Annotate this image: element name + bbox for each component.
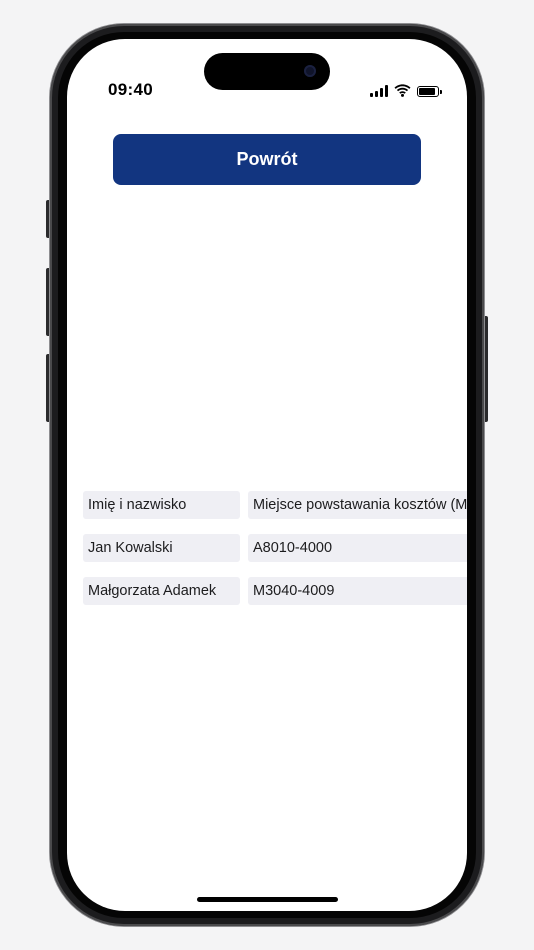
table-row[interactable]: Małgorzata Adamek M3040-4009 [83,577,467,605]
front-camera-icon [304,65,316,77]
row-name-cell: Jan Kowalski [83,534,240,562]
home-indicator[interactable] [197,897,338,902]
phone-frame: 09:40 Powrót Imię i nazwisko Miejsce pow… [50,24,484,926]
header-cost-center-cell: Miejsce powstawania kosztów (MPK) [248,491,467,519]
table-header-row: Imię i nazwisko Miejsce powstawania kosz… [83,491,467,519]
battery-icon [417,86,442,97]
header-name-cell: Imię i nazwisko [83,491,240,519]
row-cost-center-cell: A8010-4000 [248,534,467,562]
back-button[interactable]: Powrót [113,134,421,185]
dynamic-island [204,53,330,90]
status-icons [370,83,442,97]
row-name-cell: Małgorzata Adamek [83,577,240,605]
status-time: 09:40 [108,80,153,99]
page: 09:40 Powrót Imię i nazwisko Miejsce pow… [0,0,534,950]
row-cost-center-cell: M3040-4009 [248,577,467,605]
table-row[interactable]: Jan Kowalski A8010-4000 [83,534,467,562]
wifi-icon [394,84,411,97]
employee-table: Imię i nazwisko Miejsce powstawania kosz… [83,491,467,620]
phone-screen: 09:40 Powrót Imię i nazwisko Miejsce pow… [67,39,467,911]
cellular-signal-icon [370,85,388,97]
